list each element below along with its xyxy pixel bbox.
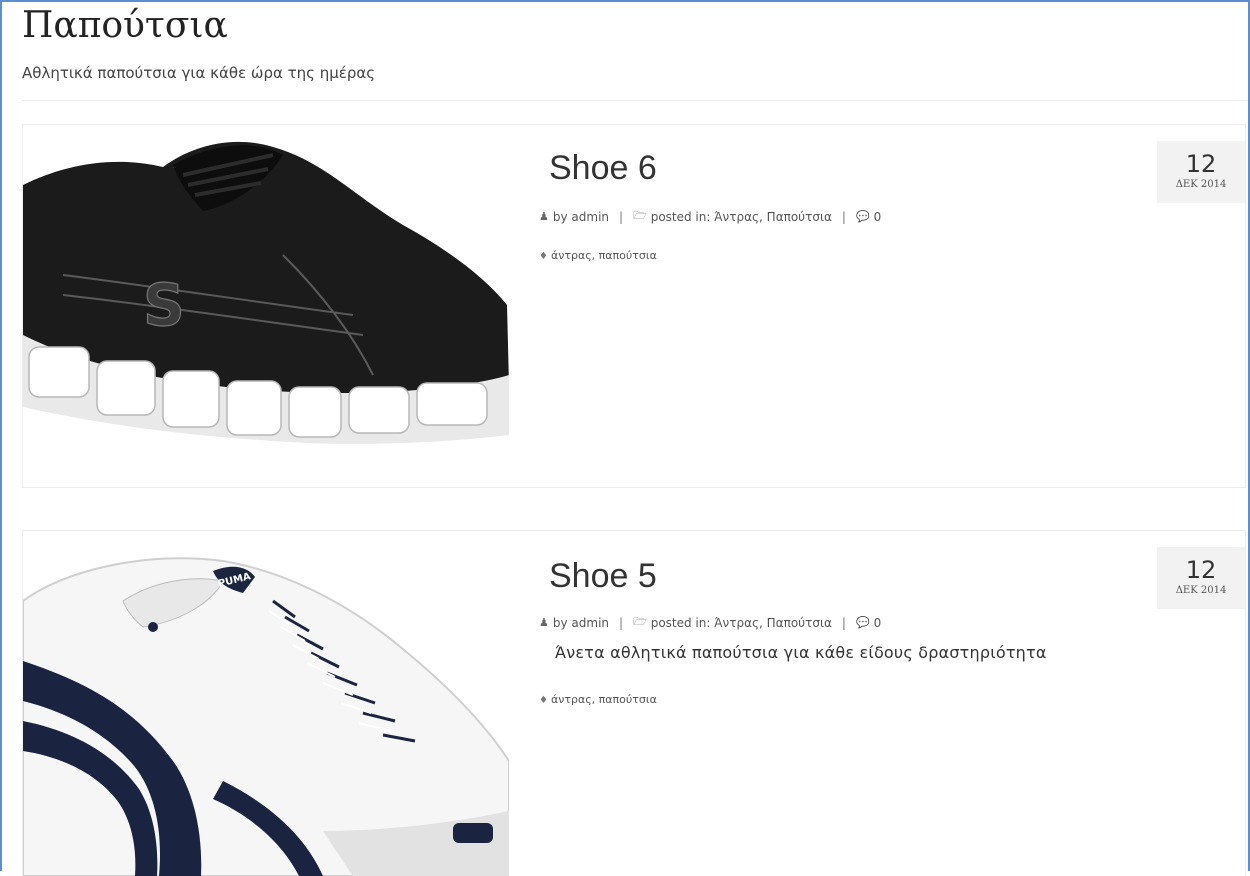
post-title-link[interactable]: Shoe 5 xyxy=(549,557,657,596)
post-categories[interactable]: posted in: Άντρας, Παπούτσια xyxy=(651,616,832,630)
page-title: Παπούτσια xyxy=(22,5,228,46)
post-date-day: 12 xyxy=(1185,556,1217,584)
tag-icon: ♦ xyxy=(539,695,548,706)
post-thumbnail[interactable]: S xyxy=(23,125,509,487)
post-excerpt: Άνετα αθλητικά παπούτσια για κάθε είδους… xyxy=(555,643,1047,662)
post-tags: ♦ άντρας, παπούτσια xyxy=(539,249,657,262)
meta-separator: | xyxy=(619,209,624,224)
post-card: PUMA Shoe 5 ♟ by admin | 🗁 posted in: Άν… xyxy=(22,530,1246,876)
meta-separator: | xyxy=(841,615,846,630)
post-date-badge: 12 ΔΕΚ 2014 xyxy=(1157,141,1245,203)
post-meta: ♟ by admin | 🗁 posted in: Άντρας, Παπούτ… xyxy=(539,207,881,226)
svg-text:S: S xyxy=(143,271,185,339)
meta-separator: | xyxy=(841,209,846,224)
comments-count-link[interactable]: 0 xyxy=(874,616,882,630)
tag-icon: ♦ xyxy=(539,251,548,262)
post-author-link[interactable]: by admin xyxy=(553,616,609,630)
meta-separator: | xyxy=(619,615,624,630)
post-thumbnail[interactable]: PUMA xyxy=(23,531,509,876)
white-sneaker-image: PUMA xyxy=(23,531,509,876)
post-tags-links[interactable]: άντρας, παπούτσια xyxy=(551,693,657,706)
post-date-badge: 12 ΔΕΚ 2014 xyxy=(1157,547,1245,609)
post-card: S Shoe 6 ♟ by admin | 🗁 posted in: Άντρα… xyxy=(22,124,1246,488)
user-icon: ♟ xyxy=(539,616,549,629)
black-sneaker-image: S xyxy=(23,125,509,487)
post-categories[interactable]: posted in: Άντρας, Παπούτσια xyxy=(651,210,832,224)
post-date-month-year: ΔΕΚ 2014 xyxy=(1175,179,1227,190)
post-meta: ♟ by admin | 🗁 posted in: Άντρας, Παπούτ… xyxy=(539,613,881,632)
post-title-link[interactable]: Shoe 6 xyxy=(549,149,657,188)
folder-open-icon: 🗁 xyxy=(633,209,647,222)
header-divider xyxy=(22,100,1248,101)
comments-count-link[interactable]: 0 xyxy=(874,210,882,224)
post-author-link[interactable]: by admin xyxy=(553,210,609,224)
post-tags: ♦ άντρας, παπούτσια xyxy=(539,693,657,706)
page-subtitle: Αθλητικά παπούτσια για κάθε ώρα της ημέρ… xyxy=(22,64,376,82)
folder-open-icon: 🗁 xyxy=(633,615,647,628)
user-icon: ♟ xyxy=(539,210,549,223)
post-date-day: 12 xyxy=(1185,150,1217,178)
post-date-month-year: ΔΕΚ 2014 xyxy=(1175,585,1227,596)
comments-icon: 💬 xyxy=(855,616,870,629)
post-tags-links[interactable]: άντρας, παπούτσια xyxy=(551,249,657,262)
comments-icon: 💬 xyxy=(855,210,870,223)
